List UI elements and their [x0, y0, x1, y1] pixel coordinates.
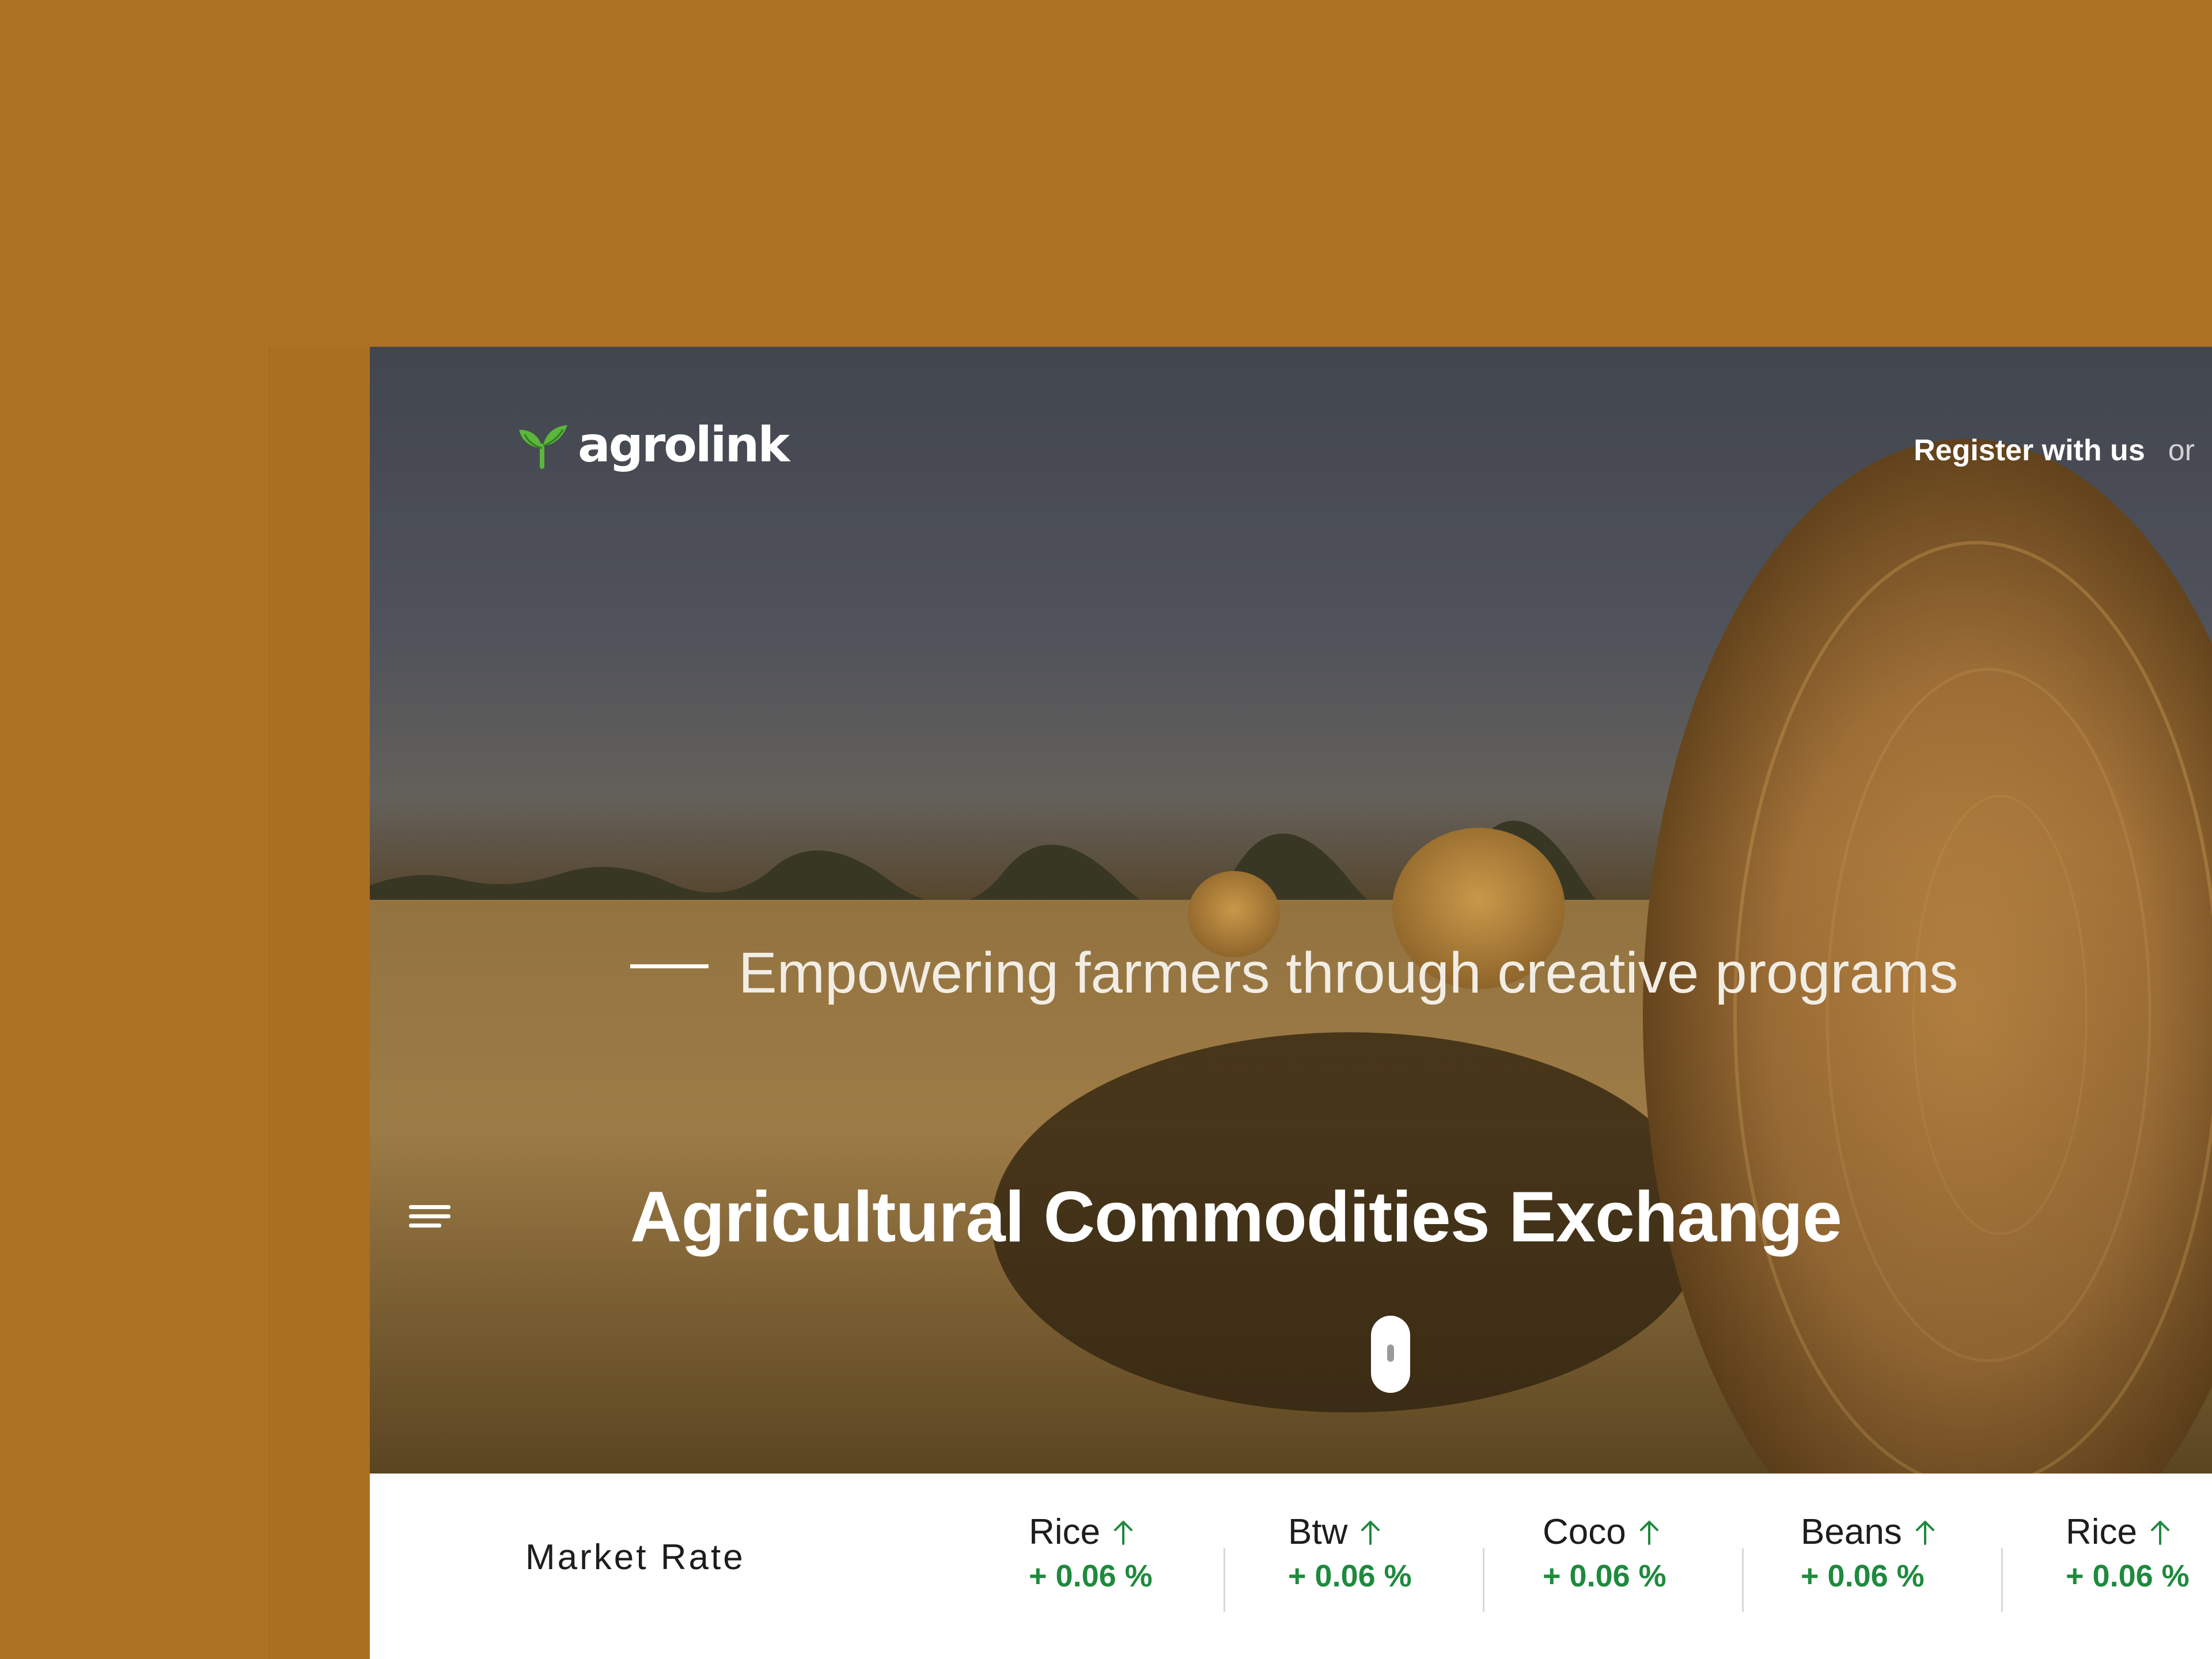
commodity-change: + 0.06 %: [2066, 1559, 2190, 1593]
ticker-divider: [1742, 1548, 1744, 1612]
logo[interactable]: agrolink: [517, 416, 790, 474]
sprout-icon: [519, 425, 567, 469]
commodity-name: Rice: [1029, 1512, 1101, 1552]
up-arrow-icon: [1915, 1520, 1934, 1545]
hero-subtitle: Empowering farmers through creative prog…: [738, 941, 1959, 1005]
commodity-change: + 0.06 %: [1801, 1559, 1925, 1593]
website-frame: agrolink Register with us or Agricultura…: [370, 347, 2212, 1659]
commodity-change: + 0.06 %: [1543, 1559, 1666, 1593]
up-arrow-icon: [2151, 1520, 2170, 1545]
backdrop-side-panel: [269, 347, 371, 1659]
market-item[interactable]: Rice + 0.06 %: [2066, 1512, 2190, 1609]
commodity-name: Beans: [1801, 1512, 1902, 1552]
hamburger-menu-icon[interactable]: [409, 1205, 450, 1237]
register-link[interactable]: Register with us: [1914, 433, 2145, 468]
scroll-down-indicator[interactable]: [1371, 1316, 1410, 1393]
ticker-divider: [2001, 1548, 2003, 1612]
market-rate-heading: Market Rate: [525, 1537, 745, 1577]
commodity-change: + 0.06 %: [1029, 1559, 1153, 1593]
market-item[interactable]: Coco + 0.06 %: [1543, 1512, 1666, 1609]
commodity-name: Btw: [1288, 1512, 1348, 1552]
commodity-name: Coco: [1543, 1512, 1626, 1552]
hero-title: Agricultural Commodities Exchange: [630, 1177, 1842, 1257]
commodity-change: + 0.06 %: [1288, 1559, 1412, 1593]
ticker-divider: [1224, 1548, 1225, 1612]
up-arrow-icon: [1361, 1520, 1380, 1545]
header-actions: Register with us or: [1914, 433, 2195, 468]
ticker-divider: [1483, 1548, 1484, 1612]
market-rate-bar: Market Rate Rice + 0.06 % Btw + 0.06 % C…: [370, 1474, 2212, 1659]
or-separator-text: or: [2168, 434, 2195, 467]
market-item[interactable]: Rice + 0.06 %: [1029, 1512, 1153, 1609]
hero-overlay: [370, 347, 2212, 1474]
market-item[interactable]: Beans + 0.06 %: [1801, 1512, 1936, 1609]
up-arrow-icon: [1114, 1520, 1133, 1545]
up-arrow-icon: [1639, 1520, 1658, 1545]
subtitle-dash: [630, 964, 709, 968]
logo-text: agrolink: [578, 416, 790, 473]
hero-section: agrolink Register with us or Agricultura…: [370, 347, 2212, 1474]
scroll-wheel-dot: [1387, 1344, 1394, 1362]
market-item[interactable]: Btw + 0.06 %: [1288, 1512, 1412, 1609]
commodity-name: Rice: [2066, 1512, 2138, 1552]
